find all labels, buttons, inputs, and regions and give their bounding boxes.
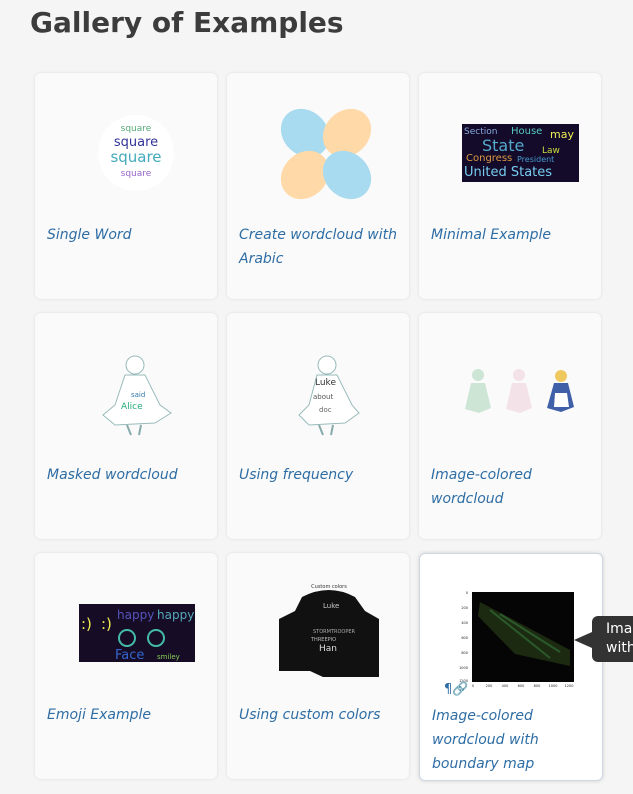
thumb-word: smiley: [157, 653, 180, 661]
gallery-card-frequency[interactable]: Luke about doc Using frequency: [227, 313, 409, 539]
thumb-word: STORMTROOPER: [313, 629, 356, 635]
y-tick-label: 800: [461, 651, 468, 655]
thumb-word: doc: [319, 406, 332, 414]
gallery-card-image-colored[interactable]: Image-colored wordcloud: [419, 313, 601, 539]
thumb-word: President: [517, 155, 554, 164]
thumbnail-arabic[interactable]: [227, 73, 409, 233]
thumb-word: Congress: [466, 153, 512, 164]
card-link-custom-colors[interactable]: Using custom colors: [239, 703, 399, 727]
x-tick-label: 400: [502, 684, 509, 688]
thumbnail-minimal[interactable]: Section House may State Law Congress Pre…: [419, 73, 601, 233]
thumb-word: square: [121, 124, 152, 134]
y-tick-label: 400: [461, 621, 468, 625]
thumbnail-emoji[interactable]: :) :) happy happy Face smiley: [35, 553, 217, 713]
thumbnail-single-word[interactable]: square square square square: [35, 73, 217, 233]
thumb-title: Custom colors: [311, 584, 347, 590]
thumb-word: about: [313, 393, 333, 401]
thumb-word: may: [550, 128, 574, 141]
y-tick-label: 200: [461, 606, 468, 610]
card-link-single-word[interactable]: Single Word: [47, 223, 207, 247]
thumb-word: square: [110, 148, 161, 166]
thumb-word: THREEPIO: [310, 637, 336, 643]
y-tick-label: 0: [466, 591, 468, 595]
page-title: Gallery of Examples: [30, 6, 344, 39]
thumb-word: United States: [464, 165, 552, 180]
thumb-word: :): [81, 615, 92, 633]
card-link-frequency[interactable]: Using frequency: [239, 463, 399, 487]
thumb-word: :): [101, 615, 112, 633]
x-tick-label: 0: [472, 684, 474, 688]
gallery-card-masked[interactable]: Alice said Masked wordcloud: [35, 313, 217, 539]
card-link-arabic[interactable]: Create wordcloud with Arabic: [239, 223, 399, 271]
thumbnail-masked[interactable]: Alice said: [35, 313, 217, 473]
thumb-word: Alice: [121, 402, 143, 412]
gallery-card-arabic[interactable]: Create wordcloud with Arabic: [227, 73, 409, 299]
gallery-card-emoji[interactable]: :) :) happy happy Face smiley Emoji Exam…: [35, 553, 217, 779]
thumb-word: Han: [319, 644, 337, 654]
thumb-word: square: [121, 169, 152, 179]
thumb-word: Luke: [323, 602, 339, 610]
card-link-minimal[interactable]: Minimal Example: [431, 223, 591, 247]
x-tick-label: 1200: [565, 684, 574, 688]
gallery-card-single-word[interactable]: square square square square Single Word: [35, 73, 217, 299]
thumb-word: Face: [115, 648, 144, 663]
tooltip-arrow: [574, 632, 592, 648]
thumbnail-image-colored[interactable]: [419, 313, 601, 473]
thumb-word: said: [131, 391, 145, 399]
card-link-image-colored[interactable]: Image-colored wordcloud: [431, 463, 591, 511]
card-link-masked[interactable]: Masked wordcloud: [47, 463, 207, 487]
thumb-word: happy: [157, 608, 194, 622]
tooltip-line: with: [606, 640, 633, 656]
x-tick-label: 200: [486, 684, 493, 688]
x-tick-label: 1000: [549, 684, 558, 688]
x-tick-label: 800: [534, 684, 541, 688]
tooltip-line: Ima: [606, 621, 633, 637]
gallery-card-boundary-map[interactable]: 0 200 400 600 800 1000 1200 0 200 400 60…: [419, 553, 603, 781]
card-link-boundary-map[interactable]: Image-colored wordcloud with boundary ma…: [432, 704, 592, 776]
thumbnail-frequency[interactable]: Luke about doc: [227, 313, 409, 473]
y-tick-label: 600: [461, 636, 468, 640]
card-link-emoji[interactable]: Emoji Example: [47, 703, 207, 727]
x-tick-label: 600: [518, 684, 525, 688]
permalink-icon[interactable]: ¶🔗: [444, 682, 468, 697]
gallery-card-custom-colors[interactable]: Custom colors Luke Han STORMTROOPER THRE…: [227, 553, 409, 779]
tooltip: Ima with: [592, 616, 633, 662]
thumbnail-custom-colors[interactable]: Custom colors Luke Han STORMTROOPER THRE…: [227, 553, 409, 713]
thumb-word: Luke: [315, 378, 336, 388]
boundary-x-ticks: 0 200 400 600 800 1000 1200: [472, 684, 574, 688]
y-tick-label: 1000: [459, 666, 468, 670]
boundary-y-ticks: 0 200 400 600 800 1000 1200: [459, 591, 468, 683]
thumb-word: happy: [117, 608, 154, 622]
gallery-card-minimal[interactable]: Section House may State Law Congress Pre…: [419, 73, 601, 299]
